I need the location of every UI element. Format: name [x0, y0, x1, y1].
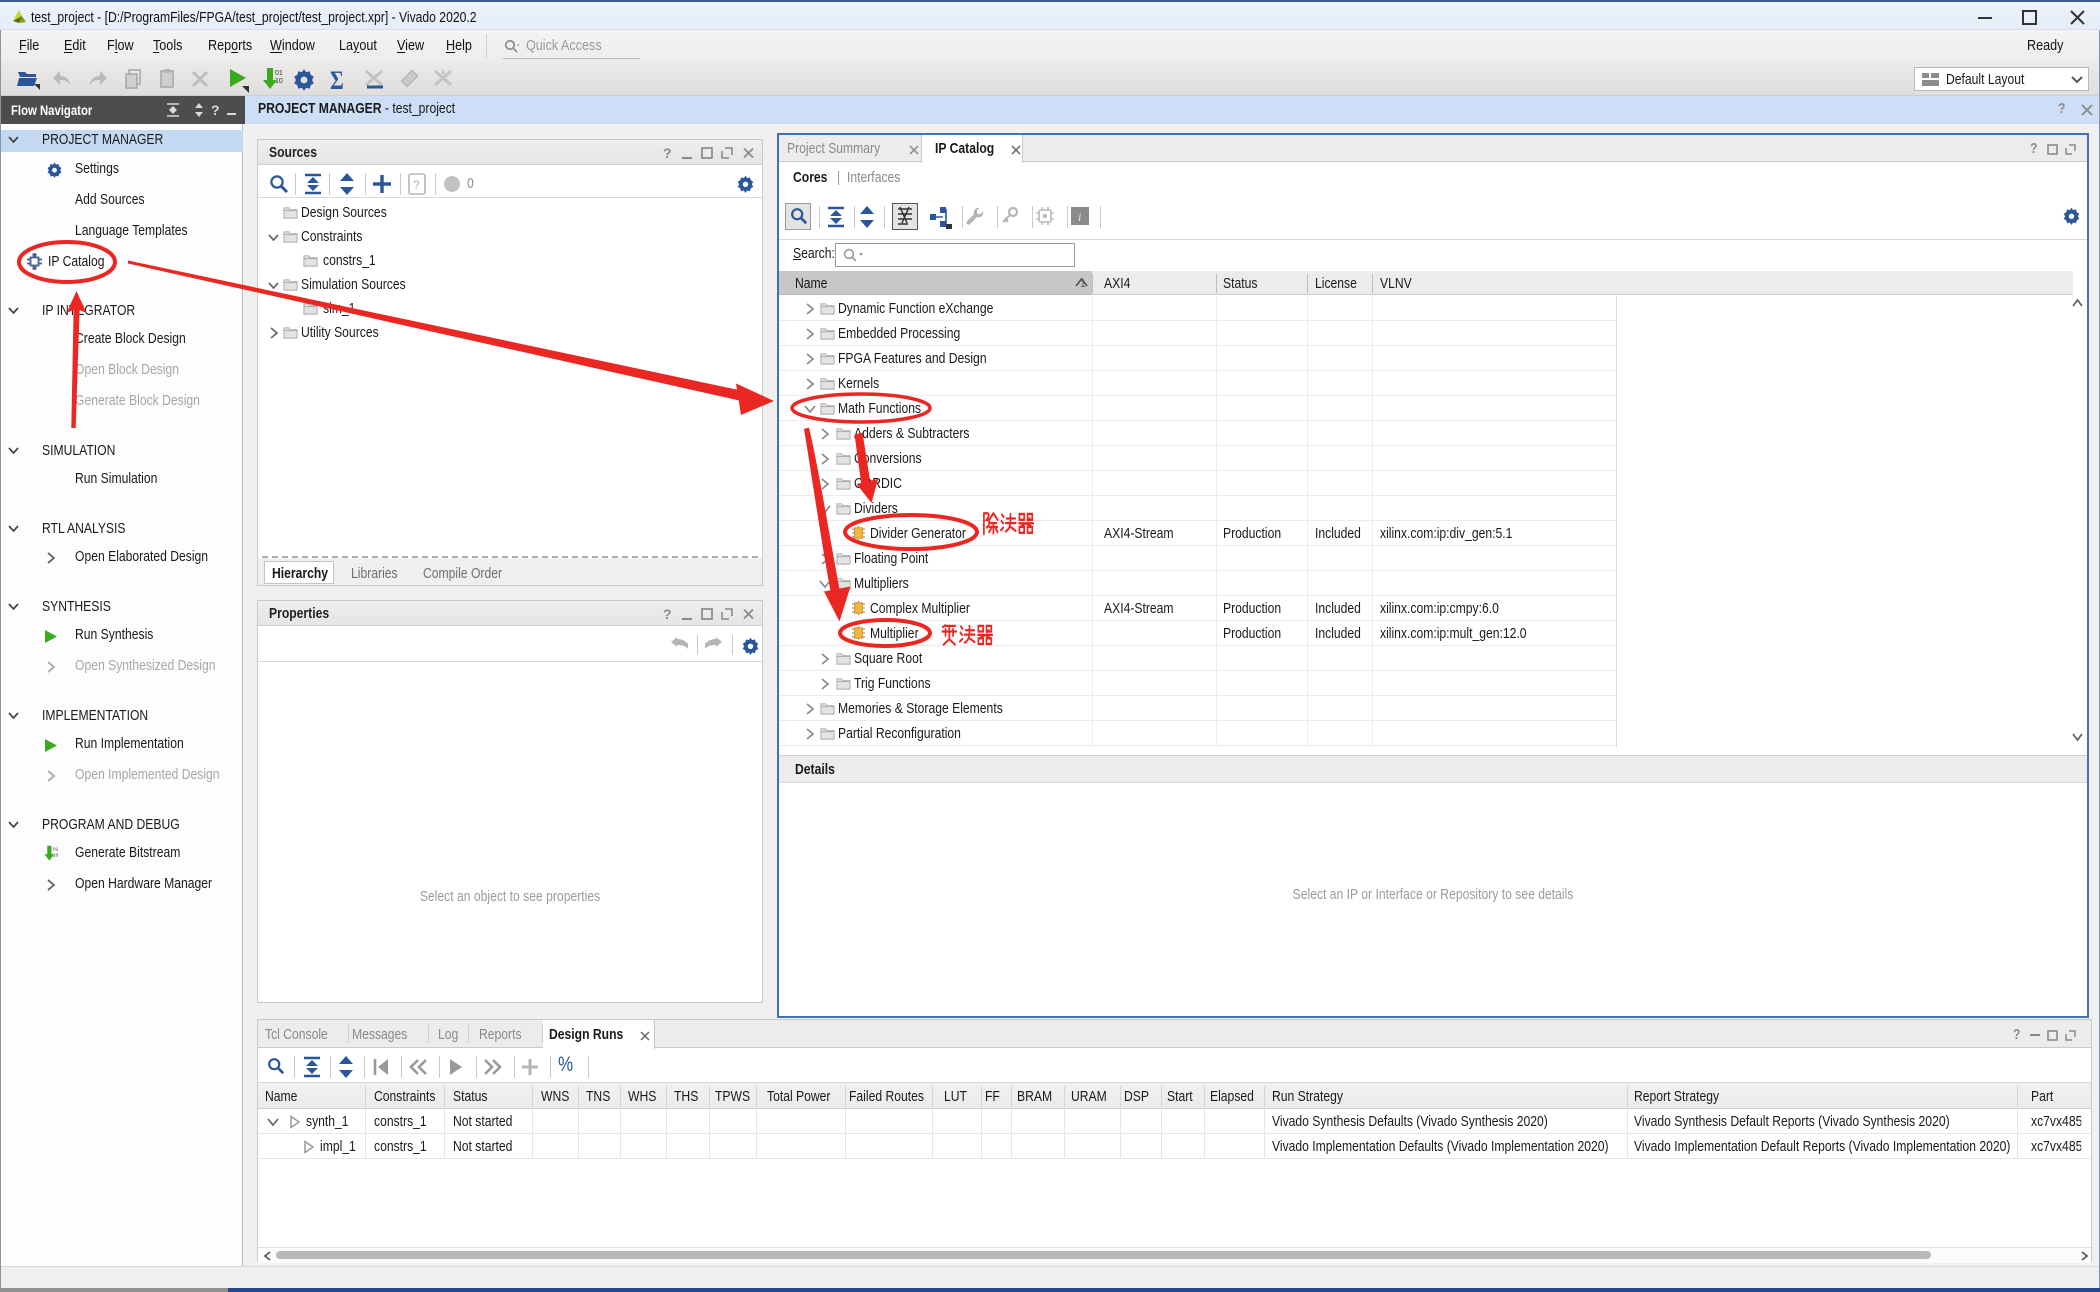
svg-text:01: 01	[275, 70, 283, 77]
svg-text:i: i	[1078, 210, 1081, 224]
svg-text:01: 01	[53, 847, 59, 853]
svg-text:?: ?	[413, 178, 420, 192]
svg-text:10: 10	[53, 852, 59, 858]
svg-text:?: ?	[663, 606, 672, 621]
svg-text:10: 10	[275, 78, 283, 85]
svg-text:?: ?	[663, 145, 672, 160]
svg-text:?: ?	[211, 103, 220, 117]
